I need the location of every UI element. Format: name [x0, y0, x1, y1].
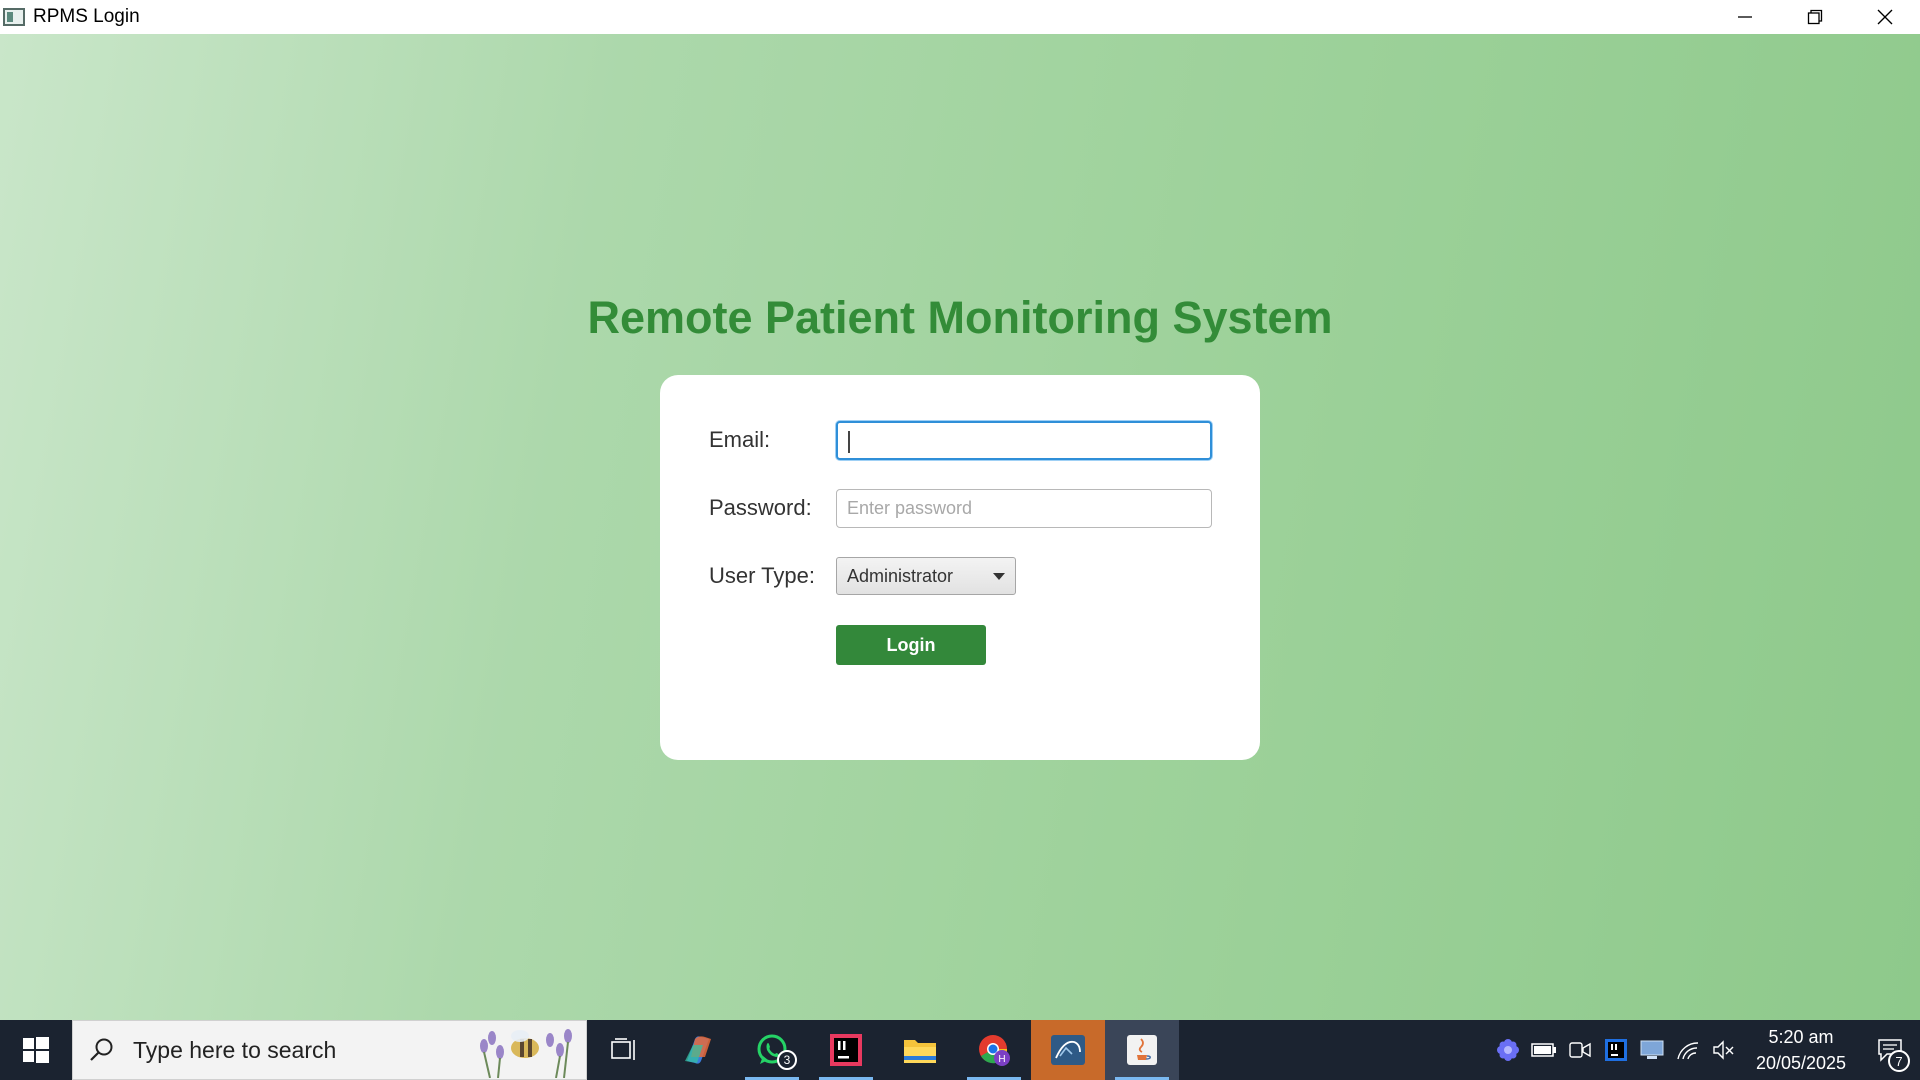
- clock-button[interactable]: 5:20 am 20/05/2025: [1742, 1024, 1860, 1076]
- window-titlebar: RPMS Login: [0, 0, 1920, 34]
- password-field[interactable]: [836, 489, 1212, 528]
- taskbar-search-box[interactable]: Type here to search: [72, 1020, 587, 1080]
- folder-icon: [904, 1040, 936, 1063]
- window-controls: [1710, 0, 1920, 34]
- wifi-icon: [1677, 1042, 1699, 1060]
- tray-flower-icon: [1497, 1039, 1519, 1061]
- search-placeholder: Type here to search: [133, 1036, 337, 1063]
- restore-button[interactable]: [1780, 0, 1850, 34]
- notification-count-badge: 7: [1888, 1050, 1910, 1072]
- lavender-bee-illustration-icon: [480, 1029, 572, 1078]
- start-button[interactable]: [0, 1020, 72, 1080]
- meet-now-button[interactable]: [1562, 1020, 1598, 1080]
- minimize-button[interactable]: [1710, 0, 1780, 34]
- dropdown-arrow-icon: [993, 573, 1005, 580]
- search-icon: [90, 1038, 113, 1061]
- svg-text:H: H: [998, 1054, 1005, 1065]
- whatsapp-app-button[interactable]: 3: [735, 1020, 809, 1080]
- system-tray: 5:20 am 20/05/2025 7: [1490, 1020, 1920, 1080]
- volume-button[interactable]: [1706, 1020, 1742, 1080]
- intellij-tray-button[interactable]: [1598, 1020, 1634, 1080]
- java-app-button[interactable]: [1105, 1020, 1179, 1080]
- login-window-body: Remote Patient Monitoring System Email: …: [0, 34, 1920, 1020]
- login-card: Email: Password: User Type: Administrato…: [660, 375, 1260, 760]
- page-title: Remote Patient Monitoring System: [587, 292, 1333, 343]
- whatsapp-badge: 3: [777, 1050, 797, 1070]
- mysql-workbench-app-button[interactable]: [1031, 1020, 1105, 1080]
- close-icon: [1877, 9, 1893, 25]
- display-button[interactable]: [1634, 1020, 1670, 1080]
- user-type-label: User Type:: [709, 563, 815, 588]
- email-label: Email:: [709, 427, 771, 452]
- close-button[interactable]: [1850, 0, 1920, 34]
- mysql-workbench-icon: [1051, 1035, 1085, 1065]
- clock-date: 20/05/2025: [1755, 1053, 1847, 1073]
- file-explorer-app-button[interactable]: [883, 1020, 957, 1080]
- taskbar: Type here to search 3 H 5:20 am 20/05/20…: [0, 1020, 1920, 1080]
- java-icon: [1127, 1035, 1157, 1065]
- window-title: RPMS Login: [33, 6, 140, 27]
- app-icon: [3, 8, 25, 26]
- battery-icon: [1531, 1043, 1556, 1057]
- password-label: Password:: [709, 495, 812, 520]
- network-button[interactable]: [1670, 1020, 1706, 1080]
- copilot-icon: [685, 1036, 711, 1064]
- task-view-button[interactable]: [587, 1020, 661, 1080]
- email-field[interactable]: [836, 421, 1212, 460]
- intellij-icon: [830, 1034, 862, 1066]
- monitor-icon: [1640, 1040, 1664, 1059]
- copilot-app-button[interactable]: [661, 1020, 735, 1080]
- clock-time: 5:20 am: [1768, 1027, 1834, 1047]
- battery-button[interactable]: [1526, 1020, 1562, 1080]
- intellij-tray-icon: [1605, 1039, 1627, 1061]
- login-button[interactable]: Login: [836, 625, 986, 665]
- notification-center-button[interactable]: 7: [1860, 1020, 1920, 1080]
- tray-app-button[interactable]: [1490, 1020, 1526, 1080]
- task-view-icon: [611, 1038, 635, 1060]
- chrome-profile-icon: H: [979, 1035, 1010, 1066]
- windows-logo-icon: [23, 1037, 49, 1063]
- minimize-icon: [1738, 16, 1752, 18]
- chrome-app-button[interactable]: H: [957, 1020, 1031, 1080]
- restore-icon: [1807, 9, 1823, 25]
- intellij-app-button[interactable]: [809, 1020, 883, 1080]
- user-type-select[interactable]: Administrator: [836, 557, 1016, 595]
- volume-muted-icon: [1713, 1040, 1734, 1060]
- user-type-value: Administrator: [847, 565, 954, 586]
- text-caret: [848, 431, 850, 453]
- camera-icon: [1569, 1042, 1591, 1058]
